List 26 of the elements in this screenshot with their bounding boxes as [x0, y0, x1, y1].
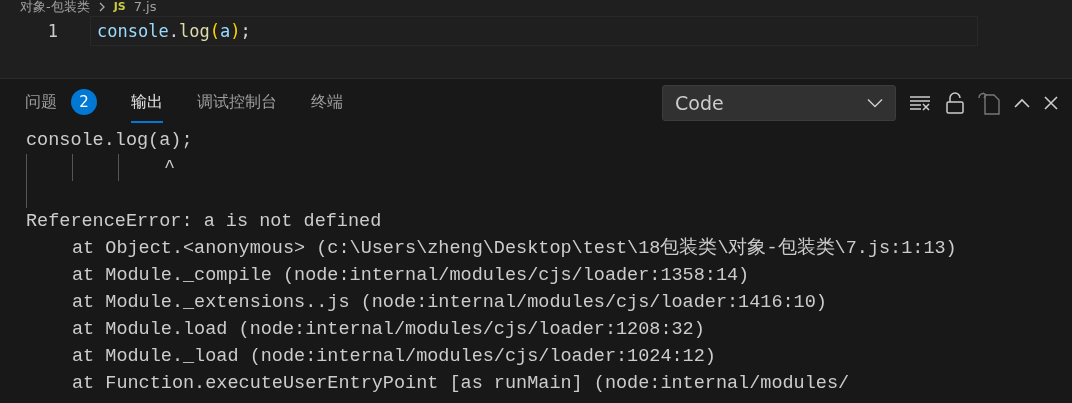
stack-frame-line: at Module._load (node:internal/modules/cjs/loader:1024:12)	[72, 346, 716, 367]
stack-frame-line: at Module._extensions..js (node:internal/modules/cjs/loader:1416:10)	[72, 292, 827, 313]
count-badge: 2	[71, 89, 97, 115]
panel-tab[interactable]: 调试控制台	[197, 83, 277, 123]
close-icon[interactable]	[1044, 96, 1058, 110]
unlocked-padlock-icon[interactable]	[946, 92, 964, 114]
panel-tab[interactable]: 输出	[131, 83, 163, 123]
stack-frame-line: at Module._compile (node:internal/modules/cjs/loader:1358:14)	[72, 265, 750, 286]
breadcrumb-folder[interactable]: 对象-包装类	[20, 0, 90, 14]
chevron-down-icon	[867, 98, 883, 108]
caret-marker: ^	[164, 157, 176, 178]
output-channel-dropdown[interactable]: Code	[662, 85, 896, 121]
line-number: 1	[46, 21, 58, 41]
panel-tab[interactable]: 终端	[311, 83, 343, 123]
stack-frame-line: at Module.load (node:internal/modules/cjs/loader:1208:32)	[72, 319, 705, 340]
panel-tab[interactable]: 问题 2	[25, 83, 97, 123]
breadcrumb-file[interactable]: 7.js	[133, 0, 157, 14]
stack-frame-line: at Function.executeUserEntryPoint [as runMain] (node:internal/modules/	[72, 373, 850, 394]
chevron-right-icon	[97, 2, 106, 12]
output-line: console.log(a);	[26, 130, 193, 151]
copy-document-icon[interactable]	[978, 91, 1000, 115]
stack-frame-line: at Object.<anonymous> (c:\Users\zheng\Desktop\test\18包装类\对象-包装类\7.js:1:13)	[72, 238, 957, 259]
chevron-up-icon[interactable]	[1014, 98, 1030, 108]
clear-output-icon[interactable]	[910, 95, 932, 111]
js-file-icon: JS	[113, 0, 126, 14]
error-message: ReferenceError: a is not defined	[26, 211, 382, 232]
